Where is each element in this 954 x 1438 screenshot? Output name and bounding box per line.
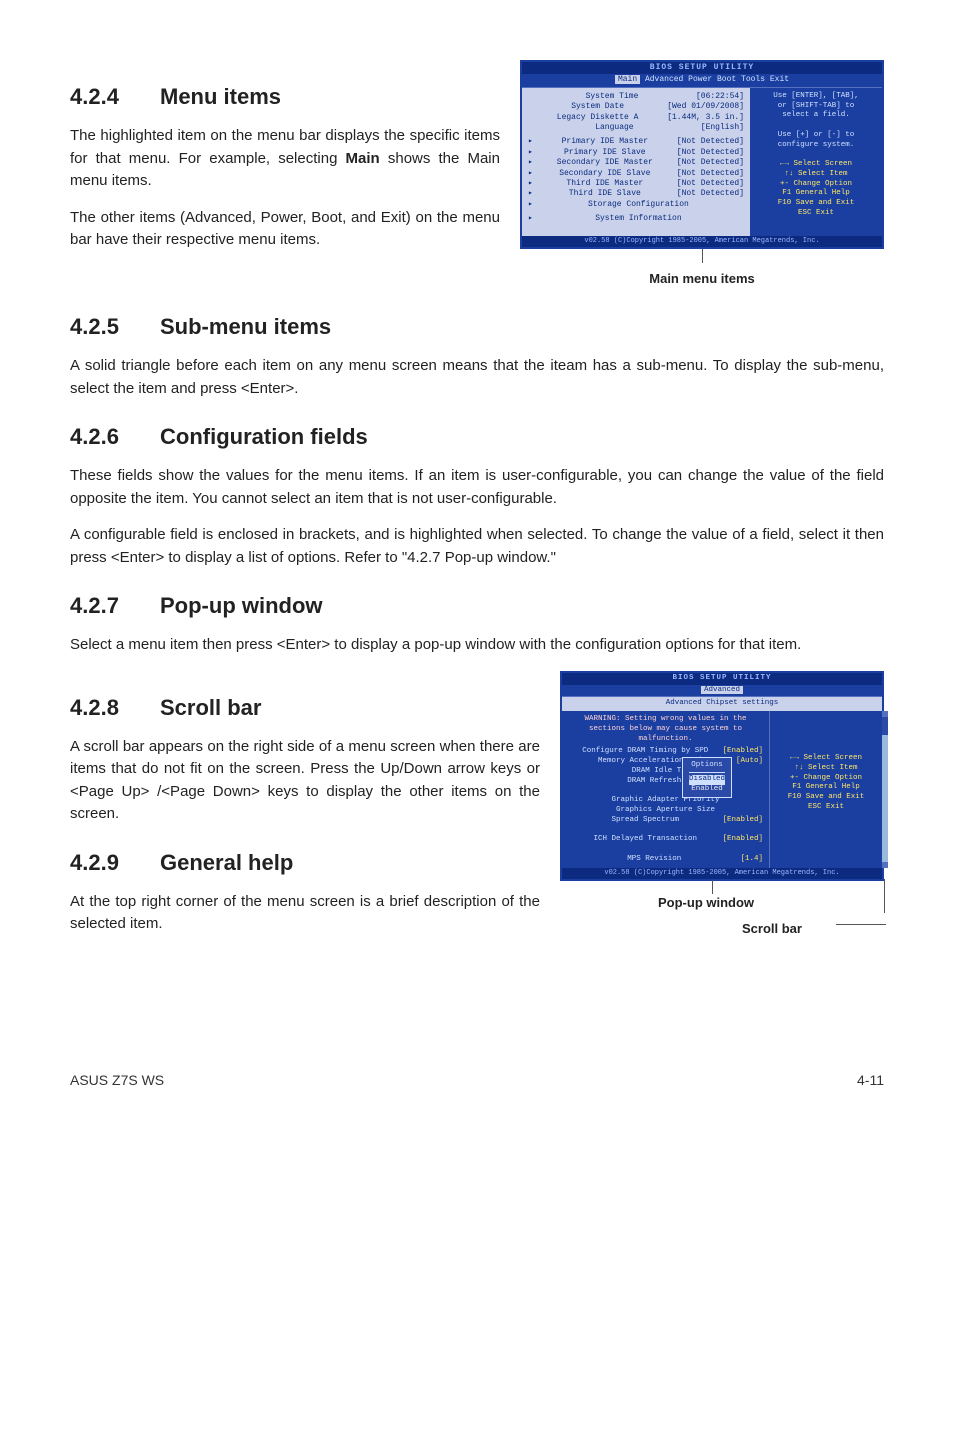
title-425: Sub-menu items	[160, 314, 331, 339]
title-429: General help	[160, 850, 293, 875]
p-426-2: A configurable field is enclosed in brac…	[70, 524, 884, 569]
heading-425: 4.2.5Sub-menu items	[70, 310, 884, 343]
caption-main-menu-items: Main menu items	[649, 269, 754, 289]
caption-scrollbar: Scroll bar	[742, 919, 802, 939]
bios2-popup: Options Disabled Enabled	[682, 757, 732, 798]
bios2-help-pane: ←→ Select Screen ↑↓ Select Item +- Chang…	[769, 711, 882, 868]
secnum-425: 4.2.5	[70, 310, 160, 343]
title-426: Configuration fields	[160, 424, 368, 449]
heading-427: 4.2.7Pop-up window	[70, 589, 884, 622]
heading-429: 4.2.9General help	[70, 846, 540, 879]
p-425-1: A solid triangle before each item on any…	[70, 355, 884, 400]
bios2-title: BIOS SETUP UTILITY	[562, 673, 882, 685]
title-428: Scroll bar	[160, 695, 261, 720]
secnum-429: 4.2.9	[70, 846, 160, 879]
bios2-subheader: Advanced Chipset settings	[562, 697, 882, 711]
secnum-428: 4.2.8	[70, 691, 160, 724]
heading-426: 4.2.6Configuration fields	[70, 420, 884, 453]
secnum-424: 4.2.4	[70, 80, 160, 113]
p-427-1: Select a menu item then press <Enter> to…	[70, 634, 884, 657]
bios1-left-pane: System Time[06:22:54] System Date[Wed 01…	[522, 88, 750, 236]
bios1-tabs: Main Advanced Power Boot Tools Exit	[522, 74, 882, 87]
heading-428: 4.2.8Scroll bar	[70, 691, 540, 724]
p-426-1: These fields show the values for the men…	[70, 465, 884, 510]
page-footer: ASUS Z7S WS 4-11	[70, 1070, 884, 1091]
p-428-1: A scroll bar appears on the right side o…	[70, 736, 540, 826]
bios-advanced-screenshot: BIOS SETUP UTILITY Advanced Advanced Chi…	[560, 671, 884, 882]
p-424-1: The highlighted item on the menu bar dis…	[70, 125, 500, 193]
heading-424: 4.2.4Menu items	[70, 80, 500, 113]
bios1-footer: v02.58 (C)Copyright 1985-2005, American …	[522, 236, 882, 247]
footer-left: ASUS Z7S WS	[70, 1070, 164, 1091]
bios-main-screenshot: BIOS SETUP UTILITY Main Advanced Power B…	[520, 60, 884, 249]
secnum-426: 4.2.6	[70, 420, 160, 453]
p-429-1: At the top right corner of the menu scre…	[70, 891, 540, 936]
footer-right: 4-11	[857, 1070, 884, 1091]
title-427: Pop-up window	[160, 593, 323, 618]
p-424-2: The other items (Advanced, Power, Boot, …	[70, 207, 500, 252]
bios2-footer: v02.58 (C)Copyright 1985-2005, American …	[562, 868, 882, 879]
title-424: Menu items	[160, 84, 281, 109]
bios1-help-pane: Use [ENTER], [TAB], or [SHIFT-TAB] to se…	[750, 88, 882, 236]
caption-popup: Pop-up window	[658, 893, 754, 913]
secnum-427: 4.2.7	[70, 589, 160, 622]
bios2-left-pane: WARNING: Setting wrong values in the sec…	[562, 711, 769, 868]
bios1-title: BIOS SETUP UTILITY	[522, 62, 882, 74]
bios2-scrollbar	[882, 711, 888, 868]
